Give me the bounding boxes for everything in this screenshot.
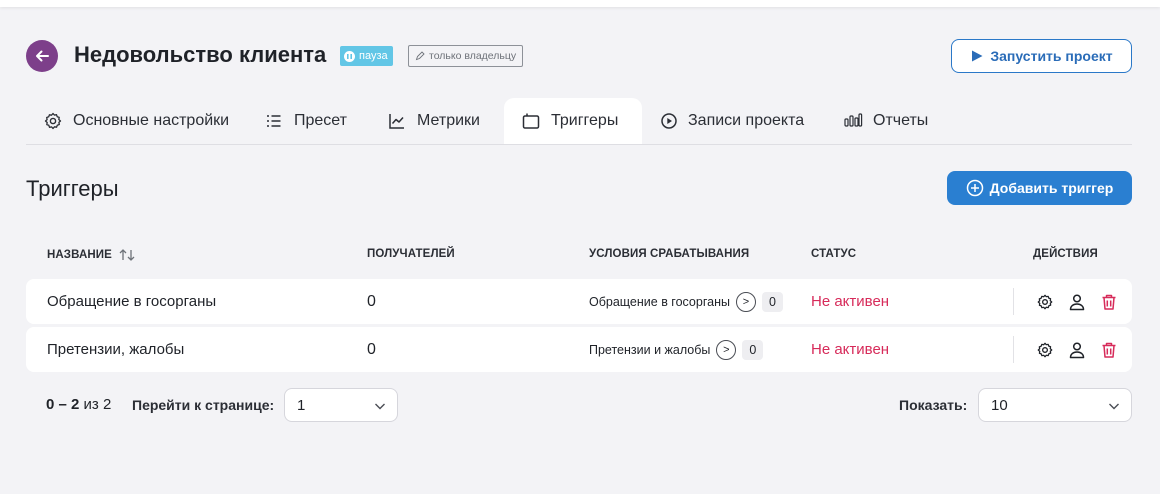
greater-than-icon[interactable]: > (735, 291, 756, 312)
tab-label: Записи проекта (688, 112, 805, 129)
play-icon (972, 50, 983, 62)
add-trigger-button[interactable]: Добавить триггер (947, 171, 1132, 205)
column-header-conditions: УСЛОВИЯ СРАБАТЫВАНИЯ (589, 248, 750, 260)
visibility-badge: только владельцу (408, 45, 524, 67)
column-header-actions: ДЕЙСТВИЯ (1033, 248, 1098, 260)
recipients-button[interactable] (1068, 341, 1086, 359)
page-size-value: 10 (991, 396, 1008, 414)
start-project-label: Запустить проект (990, 48, 1113, 64)
tab-label: Метрики (417, 112, 480, 129)
tab-reports[interactable]: Отчеты (843, 98, 928, 144)
trigger-icon (522, 113, 540, 129)
page-size-select[interactable]: 10 (978, 388, 1132, 422)
range-total: из 2 (83, 396, 112, 413)
page-title: Недовольство клиента (74, 42, 327, 67)
greater-than-icon[interactable]: > (716, 339, 737, 360)
chevron-down-icon (375, 403, 385, 410)
actions-divider (1013, 288, 1014, 315)
back-button[interactable] (26, 40, 58, 72)
page-select-value: 1 (297, 396, 306, 414)
bars-icon (844, 113, 863, 127)
delete-button[interactable] (1100, 341, 1118, 359)
pause-icon (344, 50, 355, 62)
delete-button[interactable] (1100, 293, 1118, 311)
arrow-left-icon (36, 50, 49, 62)
page-select[interactable]: 1 (284, 388, 398, 422)
condition-label: Обращение в госорганы (589, 294, 730, 309)
condition-count: 0 (761, 291, 783, 312)
column-header-recipients: ПОЛУЧАТЕЛЕЙ (367, 248, 455, 260)
status-text: Не активен (811, 293, 890, 310)
status-badge: пауза (340, 46, 393, 66)
project-header: Недовольство клиента пауза только владел… (26, 39, 1132, 73)
condition-count: 0 (742, 339, 764, 360)
goto-page-label: Перейти к странице: (132, 397, 275, 413)
gear-icon (1037, 342, 1053, 357)
tab-label: Пресет (294, 112, 347, 129)
chevron-down-icon (1109, 403, 1119, 410)
tab-label: Отчеты (873, 112, 929, 129)
settings-button[interactable] (1036, 293, 1054, 311)
settings-button[interactable] (1036, 341, 1054, 359)
user-icon (1069, 293, 1085, 310)
chart-line-icon (389, 114, 404, 129)
trigger-name: Обращение в госорганы (47, 293, 217, 310)
table-row: Обращение в госорганы 0 Обращение в госо… (26, 279, 1132, 324)
tab-bar: Основные настройки Пресет Метрики Тригге… (26, 98, 1132, 145)
trigger-name: Претензии, жалобы (47, 341, 185, 358)
plus-circle-icon (966, 179, 983, 197)
table-row: Претензии, жалобы 0 Претензии и жалобы >… (26, 327, 1132, 372)
trigger-condition: Обращение в госорганы > 0 (589, 279, 783, 324)
tab-label: Основные настройки (73, 112, 230, 129)
gear-icon (44, 112, 62, 130)
range-value: 0 – 2 (46, 396, 80, 413)
column-header-name[interactable]: НАЗВАНИЕ (47, 248, 136, 262)
trash-icon (1102, 342, 1116, 358)
tab-metrics[interactable]: Метрики (387, 98, 480, 144)
actions-divider (1013, 336, 1014, 363)
section-title: Триггеры (26, 176, 119, 201)
visibility-badge-label: только владельцу (429, 50, 517, 62)
list-icon (267, 115, 281, 127)
tab-preset[interactable]: Пресет (264, 98, 347, 144)
tab-triggers[interactable]: Триггеры (504, 98, 642, 144)
top-bar (0, 0, 1160, 7)
add-trigger-label: Добавить триггер (989, 180, 1114, 196)
start-project-button[interactable]: Запустить проект (951, 39, 1132, 73)
row-actions (1036, 279, 1118, 324)
tab-main-settings[interactable]: Основные настройки (43, 98, 229, 144)
user-icon (1069, 341, 1085, 358)
recipients-button[interactable] (1068, 293, 1086, 311)
page-size-label: Показать: (899, 397, 968, 413)
column-header-status: СТАТУС (811, 248, 857, 260)
trigger-condition: Претензии и жалобы > 0 (589, 327, 764, 372)
trash-icon (1102, 294, 1116, 310)
recipients-count: 0 (367, 292, 376, 310)
tab-label: Триггеры (551, 112, 619, 129)
status-badge-label: пауза (359, 50, 388, 62)
status-text: Не активен (811, 341, 890, 358)
recipients-count: 0 (367, 340, 376, 358)
gear-icon (1037, 294, 1053, 309)
row-actions (1036, 327, 1118, 372)
tab-project-records[interactable]: Записи проекта (660, 98, 804, 144)
condition-label: Претензии и жалобы (589, 342, 711, 357)
play-circle-icon (661, 113, 677, 129)
pagination-range: 0 – 2 из 2 (46, 396, 111, 413)
pencil-icon (415, 51, 425, 61)
sort-icon[interactable] (118, 248, 136, 262)
